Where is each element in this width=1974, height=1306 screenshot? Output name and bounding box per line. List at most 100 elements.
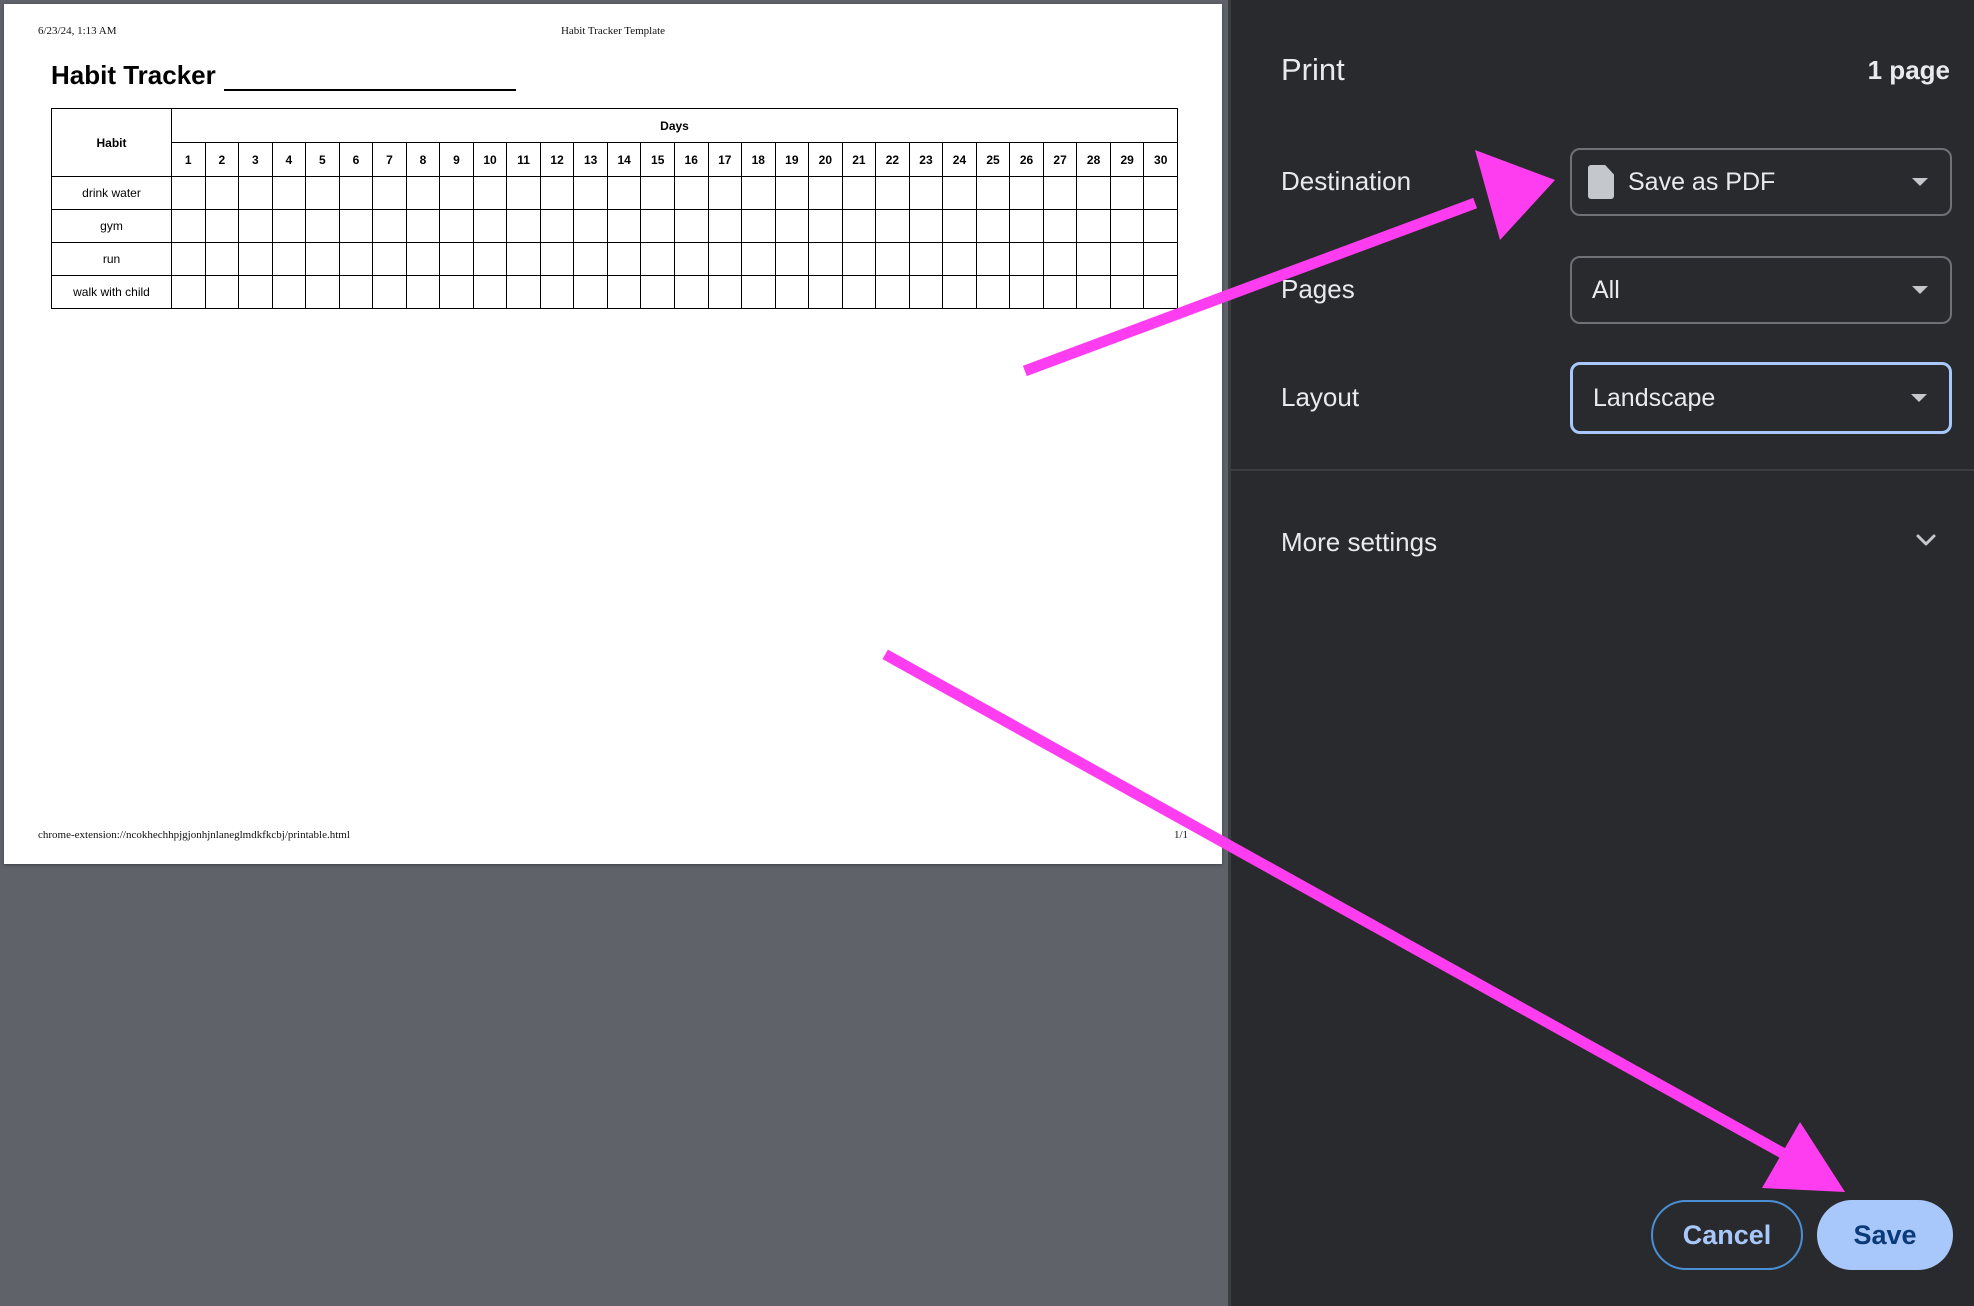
day-checkbox-cell [640,176,675,210]
day-checkbox-cell [875,176,910,210]
day-checkbox-cell [573,209,608,243]
day-checkbox-cell [472,209,508,243]
habit-name-cell: walk with child [51,275,172,309]
day-checkbox-cell [640,275,675,309]
print-settings-sidebar: Print 1 page Destination Save as PDF Pag… [1228,0,1974,1306]
habit-row: walk with child [51,275,1178,309]
day-checkbox-cell [606,275,642,309]
day-checkbox-cell [808,176,843,210]
day-number-header: 1 [171,142,206,177]
day-checkbox-cell [238,242,273,276]
day-checkbox-cell [673,176,709,210]
page-count: 1 page [1867,55,1950,85]
destination-label: Destination [1281,166,1412,196]
day-checkbox-cell [271,242,307,276]
day-number-header: 25 [975,142,1011,177]
day-checkbox-cell [774,275,810,309]
day-checkbox-cell [472,275,508,309]
day-checkbox-cell [640,209,675,243]
habit-row: run [51,242,1178,276]
day-number-header: 17 [707,142,743,177]
day-checkbox-cell [942,275,977,309]
more-settings-toggle[interactable]: More settings [1231,505,1974,585]
day-checkbox-cell [808,209,843,243]
day-number-header: 18 [741,142,776,177]
pages-value: All [1592,275,1620,304]
day-checkbox-cell [1009,242,1044,276]
dropdown-caret-icon [1912,286,1928,294]
day-number-header: 5 [305,142,340,177]
day-checkbox-cell [673,275,709,309]
destination-select[interactable]: Save as PDF [1570,148,1952,216]
day-checkbox-cell [1076,176,1111,210]
day-checkbox-cell [741,275,776,309]
document-title: Habit Tracker [51,60,516,91]
file-icon [1588,165,1614,199]
day-number-header: 4 [271,142,307,177]
day-checkbox-cell [606,209,642,243]
day-checkbox-cell [741,209,776,243]
dropdown-caret-icon [1912,178,1928,186]
settings-divider [1231,469,1974,471]
day-number-header: 22 [875,142,910,177]
day-checkbox-cell [305,209,340,243]
day-checkbox-cell [1009,275,1044,309]
day-number-header: 21 [841,142,877,177]
cancel-button[interactable]: Cancel [1651,1200,1803,1270]
day-checkbox-cell [841,176,877,210]
layout-select[interactable]: Landscape [1570,362,1952,434]
day-checkbox-cell [439,176,474,210]
day-checkbox-cell [238,275,273,309]
day-checkbox-cell [305,242,340,276]
pages-select[interactable]: All [1570,256,1952,324]
day-checkbox-cell [774,209,810,243]
day-checkbox-cell [640,242,675,276]
day-checkbox-cell [606,242,642,276]
day-checkbox-cell [741,176,776,210]
day-checkbox-cell [204,176,240,210]
day-checkbox-cell [975,209,1011,243]
habit-tracker-table: Habit Days 1 2 3 4 5 6 7 8 9 10 11 12 13 14 15 16 17 18 19… [51,108,1178,309]
save-button[interactable]: Save [1817,1200,1953,1270]
day-checkbox-cell [908,176,944,210]
day-number-header: 16 [673,142,709,177]
day-checkbox-cell [539,209,575,243]
title-blank-line [223,63,516,91]
day-number-header: 20 [808,142,843,177]
day-checkbox-cell [171,242,206,276]
day-number-header: 26 [1009,142,1044,177]
day-checkbox-cell [573,242,608,276]
habit-row: drink water [51,176,1178,210]
day-number-header: 7 [372,142,407,177]
habit-name-cell: drink water [51,176,172,210]
day-checkbox-cell [338,275,374,309]
day-checkbox-cell [405,275,441,309]
day-checkbox-cell [1109,209,1145,243]
day-checkbox-cell [908,275,944,309]
day-checkbox-cell [875,242,910,276]
days-column-header: Days [171,108,1178,143]
day-checkbox-cell [707,275,743,309]
day-checkbox-cell [1042,242,1078,276]
day-number-header: 30 [1143,142,1178,177]
day-checkbox-cell [841,275,877,309]
day-number-header: 24 [942,142,977,177]
more-settings-label: More settings [1281,527,1438,557]
day-checkbox-cell [808,275,843,309]
day-checkbox-cell [875,275,910,309]
day-number-header: 13 [573,142,608,177]
day-checkbox-cell [942,242,977,276]
day-number-header: 23 [908,142,944,177]
day-checkbox-cell [372,209,407,243]
day-number-header: 9 [439,142,474,177]
chevron-down-icon [1916,534,1936,546]
day-number-header: 11 [506,142,541,177]
day-checkbox-cell [539,242,575,276]
day-checkbox-cell [606,176,642,210]
document-title-text: Habit Tracker [51,60,216,90]
day-checkbox-cell [338,176,374,210]
layout-label: Layout [1281,382,1360,412]
day-checkbox-cell [506,242,541,276]
day-number-header: 15 [640,142,675,177]
day-checkbox-cell [405,209,441,243]
